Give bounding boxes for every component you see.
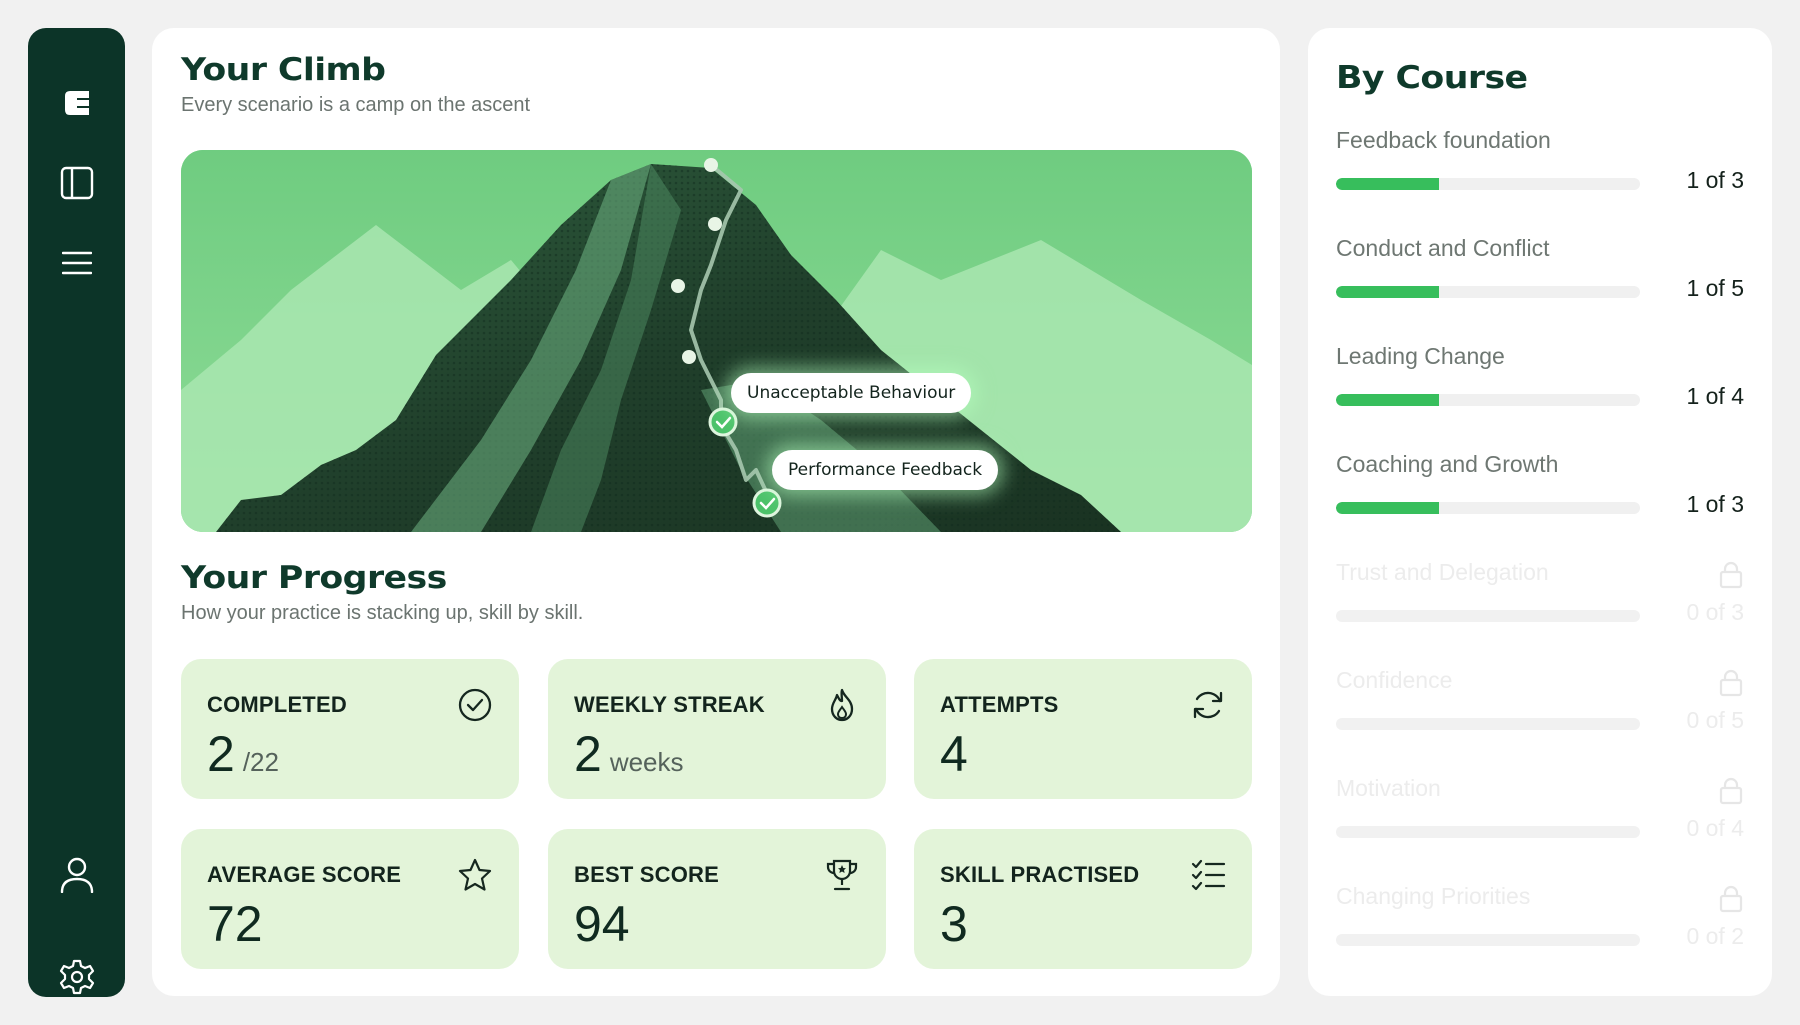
stat-label: SKILL PRACTISED <box>940 862 1140 887</box>
stat-value: 3 <box>940 896 968 952</box>
profile-button[interactable] <box>28 845 125 905</box>
panel-toggle-button[interactable] <box>28 153 125 213</box>
camp-label-unacceptable-behaviour[interactable]: Unacceptable Behaviour <box>731 373 972 413</box>
course-name: Conduct and Conflict <box>1336 235 1550 261</box>
course-progress-bar <box>1336 826 1640 838</box>
course-progress-bar <box>1336 718 1640 730</box>
lock-icon <box>1719 669 1743 697</box>
stat-label: AVERAGE SCORE <box>207 862 402 887</box>
climb-mountain-illustration: Unacceptable Behaviour Performance Feedb… <box>181 150 1252 532</box>
menu-button[interactable] <box>28 233 125 293</box>
settings-button[interactable] <box>28 947 125 1007</box>
stat-label: COMPLETED <box>207 692 347 717</box>
course-item: Changing Priorities 0 of 2 <box>1336 883 1744 978</box>
stat-label: ATTEMPTS <box>940 692 1059 717</box>
stat-unit: /22 <box>242 747 279 777</box>
course-item: Motivation 0 of 4 <box>1336 775 1744 870</box>
checklist-icon <box>1191 859 1226 891</box>
course-item: Trust and Delegation 0 of 3 <box>1336 559 1744 654</box>
course-name: Feedback foundation <box>1336 127 1551 153</box>
course-progress-bar <box>1336 610 1640 622</box>
camp-label-performance-feedback[interactable]: Performance Feedback <box>772 450 999 490</box>
course-name: Changing Priorities <box>1336 883 1531 909</box>
star-icon <box>458 858 492 891</box>
stat-attempts-card: ATTEMPTS 4 <box>914 659 1252 799</box>
course-progress-bar <box>1336 394 1640 406</box>
course-count: 0 of 4 <box>1686 815 1744 841</box>
stat-weekly-streak-card: WEEKLY STREAK 2 weeks <box>548 659 886 799</box>
course-progress-fill <box>1336 394 1440 406</box>
course-count: 0 of 3 <box>1686 599 1744 625</box>
stat-label: BEST SCORE <box>574 862 720 887</box>
course-item[interactable]: Coaching and Growth 1 of 3 <box>1336 451 1744 546</box>
stat-label: WEEKLY STREAK <box>574 692 765 717</box>
course-count: 0 of 2 <box>1686 923 1744 949</box>
check-circle-icon <box>458 688 492 722</box>
course-count: 1 of 3 <box>1686 167 1744 193</box>
course-item[interactable]: Leading Change 1 of 4 <box>1336 343 1744 438</box>
stat-value: 94 <box>574 896 630 952</box>
course-progress-bar <box>1336 502 1640 514</box>
course-item: Confidence 0 of 5 <box>1336 667 1744 762</box>
stat-value: 2 weeks <box>574 726 684 782</box>
course-progress-bar <box>1336 286 1640 298</box>
stat-value: 2/22 <box>207 726 279 782</box>
main-panel: Your Climb Every scenario is a camp on t… <box>152 28 1280 996</box>
lock-icon <box>1719 561 1743 589</box>
stat-skill-practised-card: SKILL PRACTISED 3 <box>914 829 1252 969</box>
trophy-icon <box>826 859 858 891</box>
stat-value: 4 <box>940 726 968 782</box>
course-progress-fill <box>1336 286 1440 298</box>
logo-button[interactable] <box>28 73 125 133</box>
progress-title: Your Progress <box>181 560 447 596</box>
camp-completed-marker <box>752 488 782 518</box>
course-progress-bar <box>1336 178 1640 190</box>
course-name: Leading Change <box>1336 343 1505 369</box>
course-progress-fill <box>1336 178 1440 190</box>
course-item[interactable]: Conduct and Conflict 1 of 5 <box>1336 235 1744 330</box>
stat-completed-card: COMPLETED 2/22 <box>181 659 519 799</box>
settings-icon <box>59 959 94 995</box>
course-count: 1 of 5 <box>1686 275 1744 301</box>
stat-unit: weeks <box>609 747 684 777</box>
lock-icon <box>1719 777 1743 805</box>
camp-completed-marker <box>708 407 738 437</box>
course-item[interactable]: Feedback foundation 1 of 3 <box>1336 127 1744 222</box>
flame-icon <box>830 688 854 722</box>
course-name: Coaching and Growth <box>1336 451 1559 477</box>
stat-average-score-card: AVERAGE SCORE 72 <box>181 829 519 969</box>
course-name: Confidence <box>1336 667 1453 693</box>
course-progress-bar <box>1336 934 1640 946</box>
course-count: 1 of 4 <box>1686 383 1744 409</box>
lock-icon <box>1719 885 1743 913</box>
course-name: Motivation <box>1336 775 1441 801</box>
sidebar <box>28 28 125 997</box>
progress-subtitle: How your practice is stacking up, skill … <box>181 602 584 624</box>
user-icon <box>60 857 93 893</box>
course-progress-fill <box>1336 502 1440 514</box>
menu-icon <box>61 251 92 275</box>
logo-icon <box>64 91 89 115</box>
climb-title: Your Climb <box>181 52 386 88</box>
by-course-title: By Course <box>1336 60 1528 96</box>
stat-best-score-card: BEST SCORE 94 <box>548 829 886 969</box>
course-name: Trust and Delegation <box>1336 559 1549 585</box>
panel-icon <box>60 166 93 200</box>
by-course-panel: By Course Feedback foundation 1 of 3 Condu… <box>1308 28 1772 996</box>
stat-value: 72 <box>207 896 263 952</box>
refresh-icon <box>1193 691 1223 719</box>
course-count: 1 of 3 <box>1686 491 1744 517</box>
course-count: 0 of 5 <box>1686 707 1744 733</box>
climb-subtitle: Every scenario is a camp on the ascent <box>181 94 531 116</box>
